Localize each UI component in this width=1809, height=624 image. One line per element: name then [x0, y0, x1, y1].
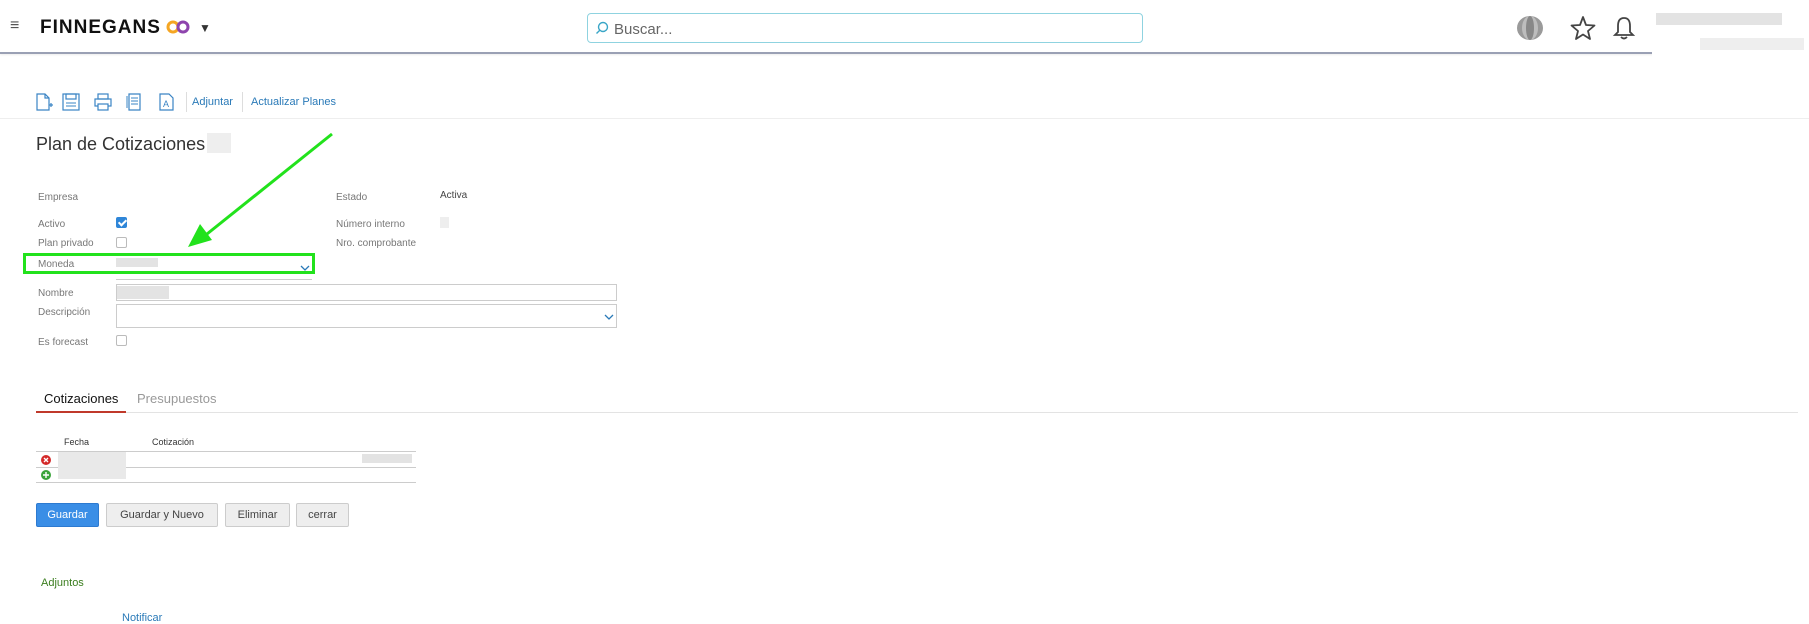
activo-label: Activo [38, 219, 66, 230]
notificar-link[interactable]: Notificar [122, 612, 162, 624]
numero-interno-label: Número interno [336, 219, 405, 230]
assistant-orb-icon[interactable] [1516, 14, 1544, 42]
es-forecast-label: Es forecast [38, 337, 89, 348]
notificar-label: Notificar [122, 612, 163, 624]
new-document-icon[interactable] [34, 92, 54, 112]
print-icon[interactable] [93, 92, 113, 112]
guardar-y-nuevo-button[interactable]: Guardar y Nuevo [106, 503, 218, 527]
empresa-label: Empresa [38, 192, 79, 203]
add-row-icon[interactable] [41, 470, 51, 480]
search-box[interactable] [587, 13, 1143, 43]
hamburger-menu-icon[interactable]: ≡ [10, 18, 19, 34]
adjuntar-link[interactable]: Adjuntar [192, 96, 233, 108]
nombre-input[interactable] [116, 284, 617, 301]
brand-dropdown-caret-icon[interactable]: ▼ [199, 21, 211, 35]
favorites-star-icon[interactable] [1569, 14, 1597, 42]
save-icon[interactable] [61, 92, 81, 112]
tab-cotizaciones[interactable]: Cotizaciones [36, 391, 127, 413]
search-input[interactable] [612, 18, 1136, 40]
descripcion-textarea[interactable] [116, 304, 617, 328]
user-profile-area[interactable] [1652, 0, 1809, 60]
col-fecha-header: Fecha [64, 437, 90, 447]
top-bar: ≡ FINNEGANS ▼ [0, 0, 1809, 54]
descripcion-label: Descripción [38, 307, 91, 318]
annotation-arrow [188, 132, 333, 247]
eliminar-button[interactable]: Eliminar [225, 503, 290, 527]
chevron-down-icon [604, 314, 614, 320]
table-row [36, 467, 416, 483]
tab-presupuestos[interactable]: Presupuestos [137, 391, 217, 406]
plan-privado-checkbox[interactable] [116, 237, 127, 248]
actualizar-planes-link[interactable]: Actualizar Planes [251, 96, 336, 108]
nombre-label: Nombre [38, 288, 74, 299]
brand-logo-icon [166, 20, 190, 34]
svg-text:A: A [163, 99, 169, 109]
tab-bar: Cotizaciones Presupuestos [36, 388, 1798, 413]
toolbar-separator [242, 92, 243, 112]
notifications-bell-icon[interactable] [1610, 14, 1638, 42]
delete-row-icon[interactable] [41, 455, 51, 465]
toolbar-divider [0, 118, 1809, 119]
plan-privado-label: Plan privado [38, 238, 94, 249]
adjuntos-title: Adjuntos [41, 577, 84, 589]
brand-name[interactable]: FINNEGANS [40, 17, 161, 39]
nro-comprobante-label: Nro. comprobante [336, 238, 417, 249]
export-icon[interactable]: A [157, 92, 177, 112]
estado-label: Estado [336, 192, 368, 203]
cerrar-button[interactable]: cerrar [296, 503, 349, 527]
guardar-button[interactable]: Guardar [36, 503, 99, 527]
activo-checkbox[interactable] [116, 217, 127, 228]
copy-document-icon[interactable] [125, 92, 145, 112]
numero-interno-value [440, 217, 449, 228]
es-forecast-checkbox[interactable] [116, 335, 127, 346]
cotizacion-cell[interactable] [362, 454, 412, 463]
table-row [36, 451, 416, 479]
col-cotizacion-header: Cotización [152, 437, 195, 447]
search-icon [596, 21, 609, 34]
moneda-highlight-box [23, 253, 315, 274]
toolbar-separator [186, 92, 187, 112]
estado-value: Activa [440, 190, 468, 201]
